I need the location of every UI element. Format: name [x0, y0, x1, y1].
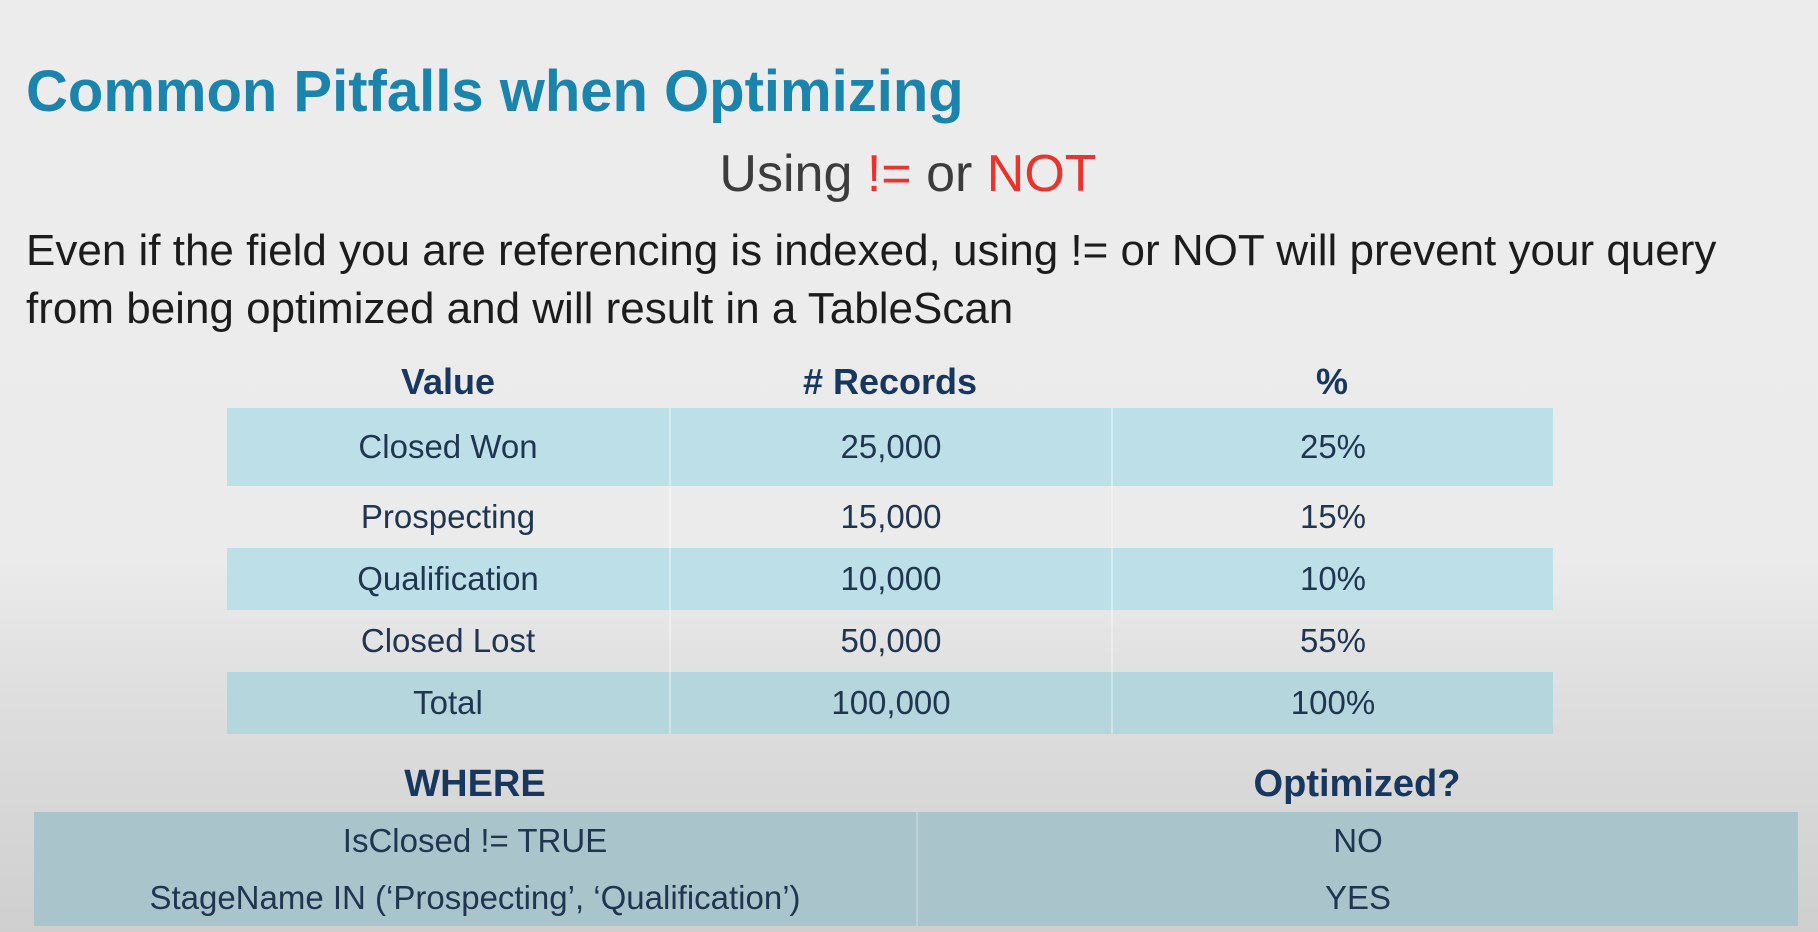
subtitle-operator-not: NOT — [986, 145, 1097, 203]
column-header-percent: % — [1315, 361, 1348, 402]
table-row: Prospecting 15,000 15% — [227, 486, 1553, 548]
cell-value: Total — [227, 672, 669, 734]
slide-subtitle: Using != or NOT — [0, 144, 1818, 204]
cell-records: 10,000 — [669, 548, 1111, 610]
cell-percent: 10% — [1111, 548, 1553, 610]
stage-stats-table: Value # Records % Closed Won 25,000 25% … — [227, 356, 1553, 734]
cell-percent: 100% — [1111, 672, 1553, 734]
cell-optimized: NO — [916, 812, 1798, 869]
subtitle-text-using: Using — [719, 145, 867, 203]
cell-percent: 15% — [1111, 486, 1553, 548]
slide-body-text: Even if the field you are referencing is… — [26, 226, 1717, 333]
cell-value: Prospecting — [360, 498, 536, 535]
cell-value: Closed Won — [227, 408, 669, 486]
cell-records: 100,000 — [669, 672, 1111, 734]
table-row: StageName IN (‘Prospecting’, ‘Qualificat… — [34, 869, 1798, 926]
subtitle-text-or: or — [911, 145, 987, 203]
column-header-optimized: Optimized? — [1253, 762, 1461, 805]
cell-value: Closed Lost — [360, 622, 536, 659]
cell-where-clause: IsClosed != TRUE — [34, 812, 916, 869]
table-row: IsClosed != TRUE NO — [34, 812, 1798, 869]
table-total-row: Total 100,000 100% — [227, 672, 1553, 734]
cell-records: 15,000 — [669, 486, 1111, 548]
column-header-where: WHERE — [404, 762, 546, 805]
cell-percent: 25% — [1111, 408, 1553, 486]
column-header-records: # Records — [802, 361, 978, 402]
cell-percent: 55% — [1111, 610, 1553, 672]
slide-title: Common Pitfalls when Optimizing — [26, 59, 964, 124]
table-header-row: Value # Records % — [227, 356, 1553, 408]
table-row: Closed Lost 50,000 55% — [227, 610, 1553, 672]
cell-records: 50,000 — [669, 610, 1111, 672]
cell-value: Qualification — [227, 548, 669, 610]
column-header-value: Value — [400, 361, 496, 402]
where-table-header-row: WHERE Optimized? — [34, 756, 1798, 812]
cell-records: 25,000 — [669, 408, 1111, 486]
subtitle-operator-not-equal: != — [866, 145, 912, 203]
table-row: Qualification 10,000 10% — [227, 548, 1553, 610]
where-clause-table: WHERE Optimized? IsClosed != TRUE NO Sta… — [34, 756, 1798, 926]
cell-where-clause: StageName IN (‘Prospecting’, ‘Qualificat… — [34, 869, 916, 926]
cell-optimized: YES — [916, 869, 1798, 926]
table-row: Closed Won 25,000 25% — [227, 408, 1553, 486]
